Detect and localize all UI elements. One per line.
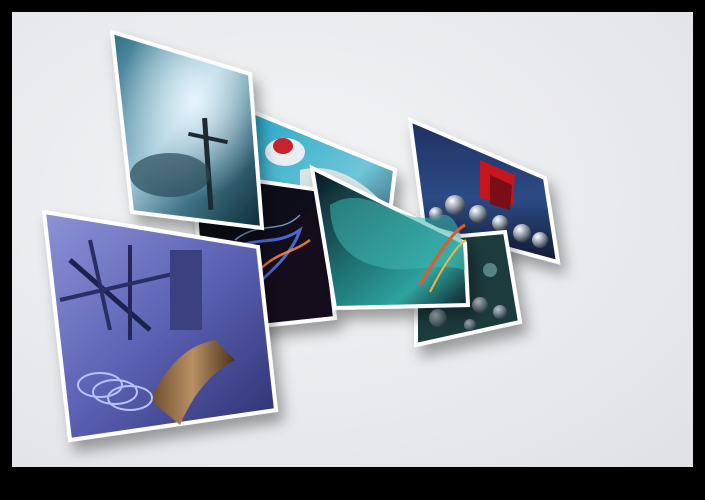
image-frame [0, 0, 705, 500]
photo-collage [41, 29, 561, 443]
photo-sky-cross [109, 29, 265, 231]
photo-machinery [41, 209, 279, 443]
